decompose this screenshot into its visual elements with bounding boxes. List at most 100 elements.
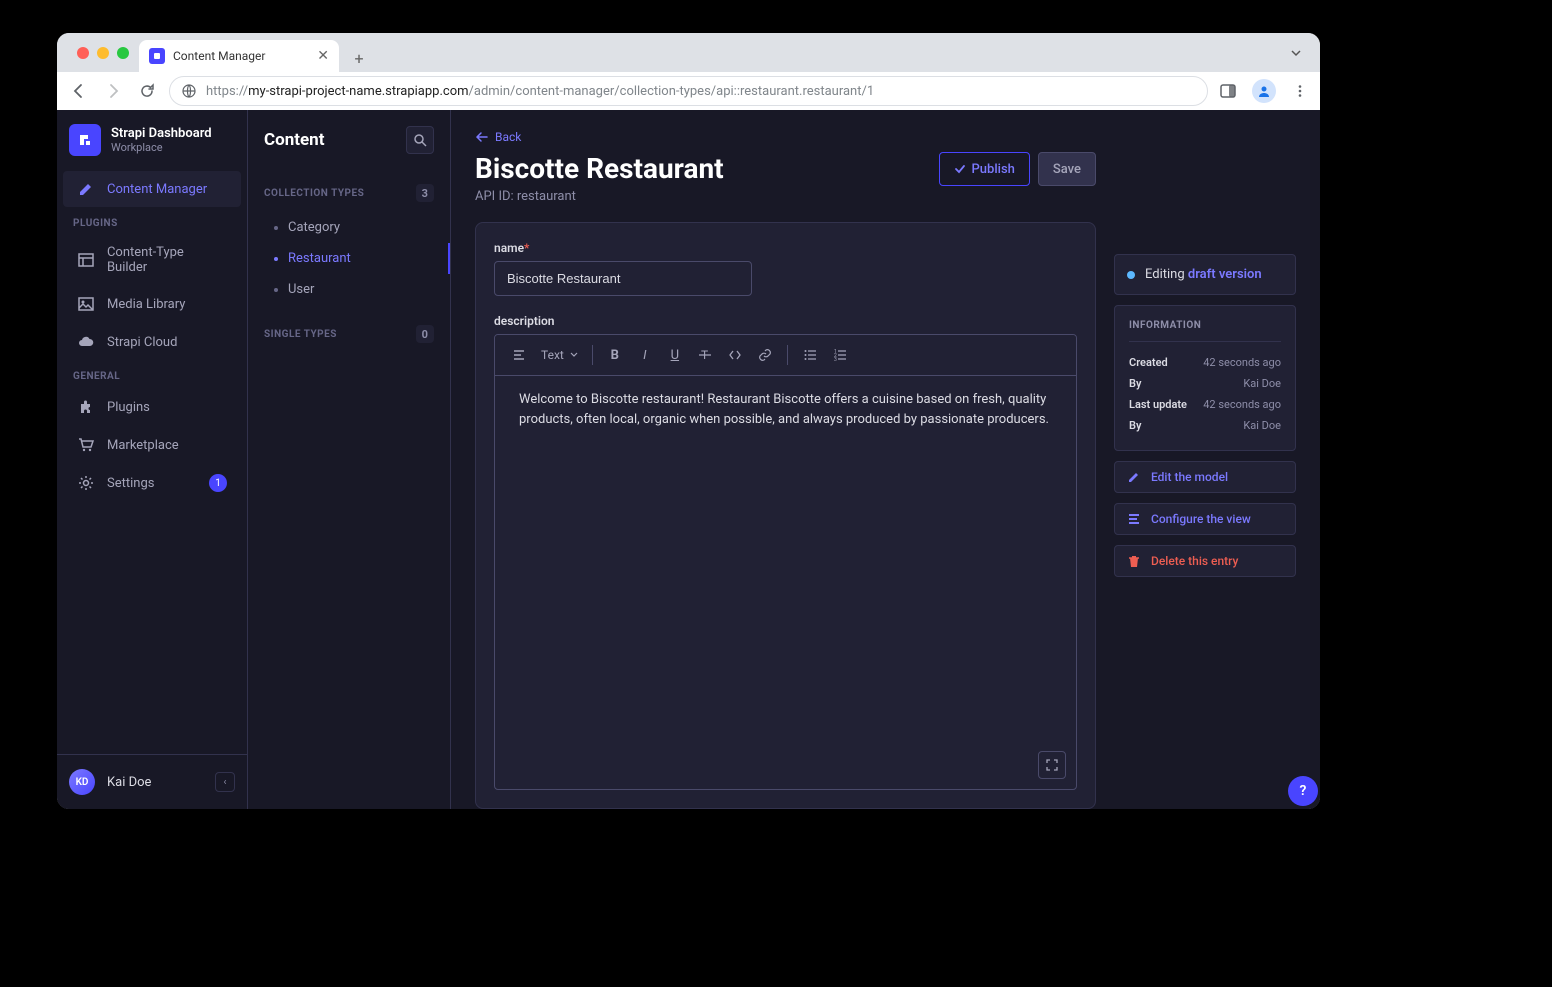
configure-view-button[interactable]: Configure the view [1114, 503, 1296, 535]
settings-badge: 1 [209, 474, 227, 492]
publish-label: Publish [972, 162, 1015, 177]
bold-icon[interactable]: B [601, 341, 629, 369]
tab-title: Content Manager [173, 49, 265, 63]
layout-icon [77, 251, 95, 269]
expand-editor-button[interactable] [1038, 751, 1066, 779]
tab-dropdown-button[interactable] [1282, 41, 1310, 65]
link-icon[interactable] [751, 341, 779, 369]
maximize-window-button[interactable] [117, 47, 129, 59]
delete-entry-button[interactable]: Delete this entry [1114, 545, 1296, 577]
browser-tab[interactable]: Content Manager ✕ [139, 40, 339, 72]
app-content: Strapi Dashboard Workplace Content Manag… [57, 110, 1320, 809]
menu-icon[interactable] [1290, 81, 1310, 101]
info-row: ByKai Doe [1129, 373, 1281, 394]
api-id: API ID: restaurant [475, 189, 724, 204]
publish-button[interactable]: Publish [939, 152, 1030, 186]
arrow-left-icon [475, 130, 489, 144]
trash-icon [1127, 554, 1141, 568]
collapse-sidebar-button[interactable]: ‹ [215, 772, 235, 792]
browser-window: Content Manager ✕ + https://my-strapi-pr… [57, 33, 1320, 809]
sidebar-item-label: Content-Type Builder [107, 245, 227, 275]
cloud-icon [77, 333, 95, 351]
sidebar-item-label: Settings [107, 476, 154, 491]
content-panel-title: Content [264, 130, 324, 150]
edit-model-button[interactable]: Edit the model [1114, 461, 1296, 493]
sidebar-item-settings[interactable]: Settings 1 [63, 465, 241, 501]
richtext-toolbar: Text B I U T [495, 335, 1076, 376]
code-icon[interactable] [721, 341, 749, 369]
entry-aside: Editing draft version INFORMATION Create… [1114, 130, 1296, 809]
name-label: name* [494, 241, 1077, 255]
numbered-list-icon[interactable]: 123 [826, 341, 854, 369]
sidebar-general-label: GENERAL [57, 361, 247, 388]
italic-icon[interactable]: I [631, 341, 659, 369]
sidebar-item-plugins[interactable]: Plugins [63, 389, 241, 425]
minimize-window-button[interactable] [97, 47, 109, 59]
save-button[interactable]: Save [1038, 152, 1096, 186]
sidebar-plugins-label: PLUGINS [57, 208, 247, 235]
main-sidebar: Strapi Dashboard Workplace Content Manag… [57, 110, 248, 809]
collection-item-label: Restaurant [288, 251, 351, 266]
action-label: Delete this entry [1151, 554, 1238, 568]
sidebar-item-strapi-cloud[interactable]: Strapi Cloud [63, 324, 241, 360]
help-button[interactable]: ? [1288, 776, 1318, 806]
underline-icon[interactable]: U [661, 341, 689, 369]
info-row: Last update42 seconds ago [1129, 394, 1281, 415]
description-label: description [494, 314, 1077, 328]
window-controls [67, 33, 139, 72]
panel-icon[interactable] [1218, 81, 1238, 101]
url-text: https://my-strapi-project-name.strapiapp… [206, 84, 874, 99]
sidebar-item-label: Content Manager [107, 182, 207, 197]
user-avatar[interactable]: KD [69, 769, 95, 795]
forward-button[interactable] [101, 79, 125, 103]
expand-icon [1046, 759, 1058, 771]
name-input[interactable] [494, 261, 752, 296]
collection-item-restaurant[interactable]: Restaurant [264, 243, 434, 274]
content-panel: Content COLLECTION TYPES 3 Category Rest… [248, 110, 451, 809]
profile-icon[interactable] [1252, 79, 1276, 103]
text-style-dropdown[interactable]: Text [535, 341, 584, 369]
sidebar-item-content-manager[interactable]: Content Manager [63, 171, 241, 207]
strikethrough-icon[interactable]: T [691, 341, 719, 369]
collection-item-category[interactable]: Category [264, 212, 434, 243]
page-title: Biscotte Restaurant [475, 152, 724, 185]
back-button[interactable] [67, 79, 91, 103]
pencil-icon [1127, 470, 1141, 484]
sidebar-item-marketplace[interactable]: Marketplace [63, 427, 241, 463]
status-box: Editing draft version [1114, 254, 1296, 295]
bullet-list-icon[interactable] [796, 341, 824, 369]
single-types-label: SINGLE TYPES [264, 329, 337, 340]
description-editor: Text B I U T [494, 334, 1077, 790]
description-content[interactable]: Welcome to Biscotte restaurant! Restaura… [495, 376, 1076, 789]
close-window-button[interactable] [77, 47, 89, 59]
sidebar-item-media-library[interactable]: Media Library [63, 286, 241, 322]
app-subtitle: Workplace [111, 141, 212, 154]
action-label: Configure the view [1151, 512, 1251, 526]
tab-bar: Content Manager ✕ + [57, 33, 1320, 72]
sidebar-footer: KD Kai Doe ‹ [57, 754, 247, 809]
back-label: Back [495, 130, 521, 144]
main-editor: Back Biscotte Restaurant API ID: restaur… [451, 110, 1320, 809]
pencil-square-icon [77, 180, 95, 198]
sidebar-item-content-type-builder[interactable]: Content-Type Builder [63, 236, 241, 284]
align-icon[interactable] [505, 341, 533, 369]
bullet-icon [274, 226, 278, 230]
reload-button[interactable] [135, 79, 159, 103]
collection-item-user[interactable]: User [264, 274, 434, 305]
sidebar-item-label: Media Library [107, 297, 185, 312]
url-field[interactable]: https://my-strapi-project-name.strapiapp… [169, 76, 1208, 106]
info-row: Created42 seconds ago [1129, 352, 1281, 373]
content-search-button[interactable] [406, 126, 434, 154]
new-tab-button[interactable]: + [345, 44, 373, 72]
close-tab-icon[interactable]: ✕ [317, 48, 329, 64]
search-icon [413, 133, 427, 147]
bullet-icon [274, 257, 278, 261]
sidebar-item-label: Marketplace [107, 438, 179, 453]
form-box: name* description Text [475, 222, 1096, 809]
single-types-count: 0 [416, 325, 434, 343]
status-dot-icon [1127, 271, 1135, 279]
globe-icon [182, 84, 196, 98]
info-row: ByKai Doe [1129, 415, 1281, 436]
back-link[interactable]: Back [475, 130, 1096, 144]
bullet-icon [274, 288, 278, 292]
